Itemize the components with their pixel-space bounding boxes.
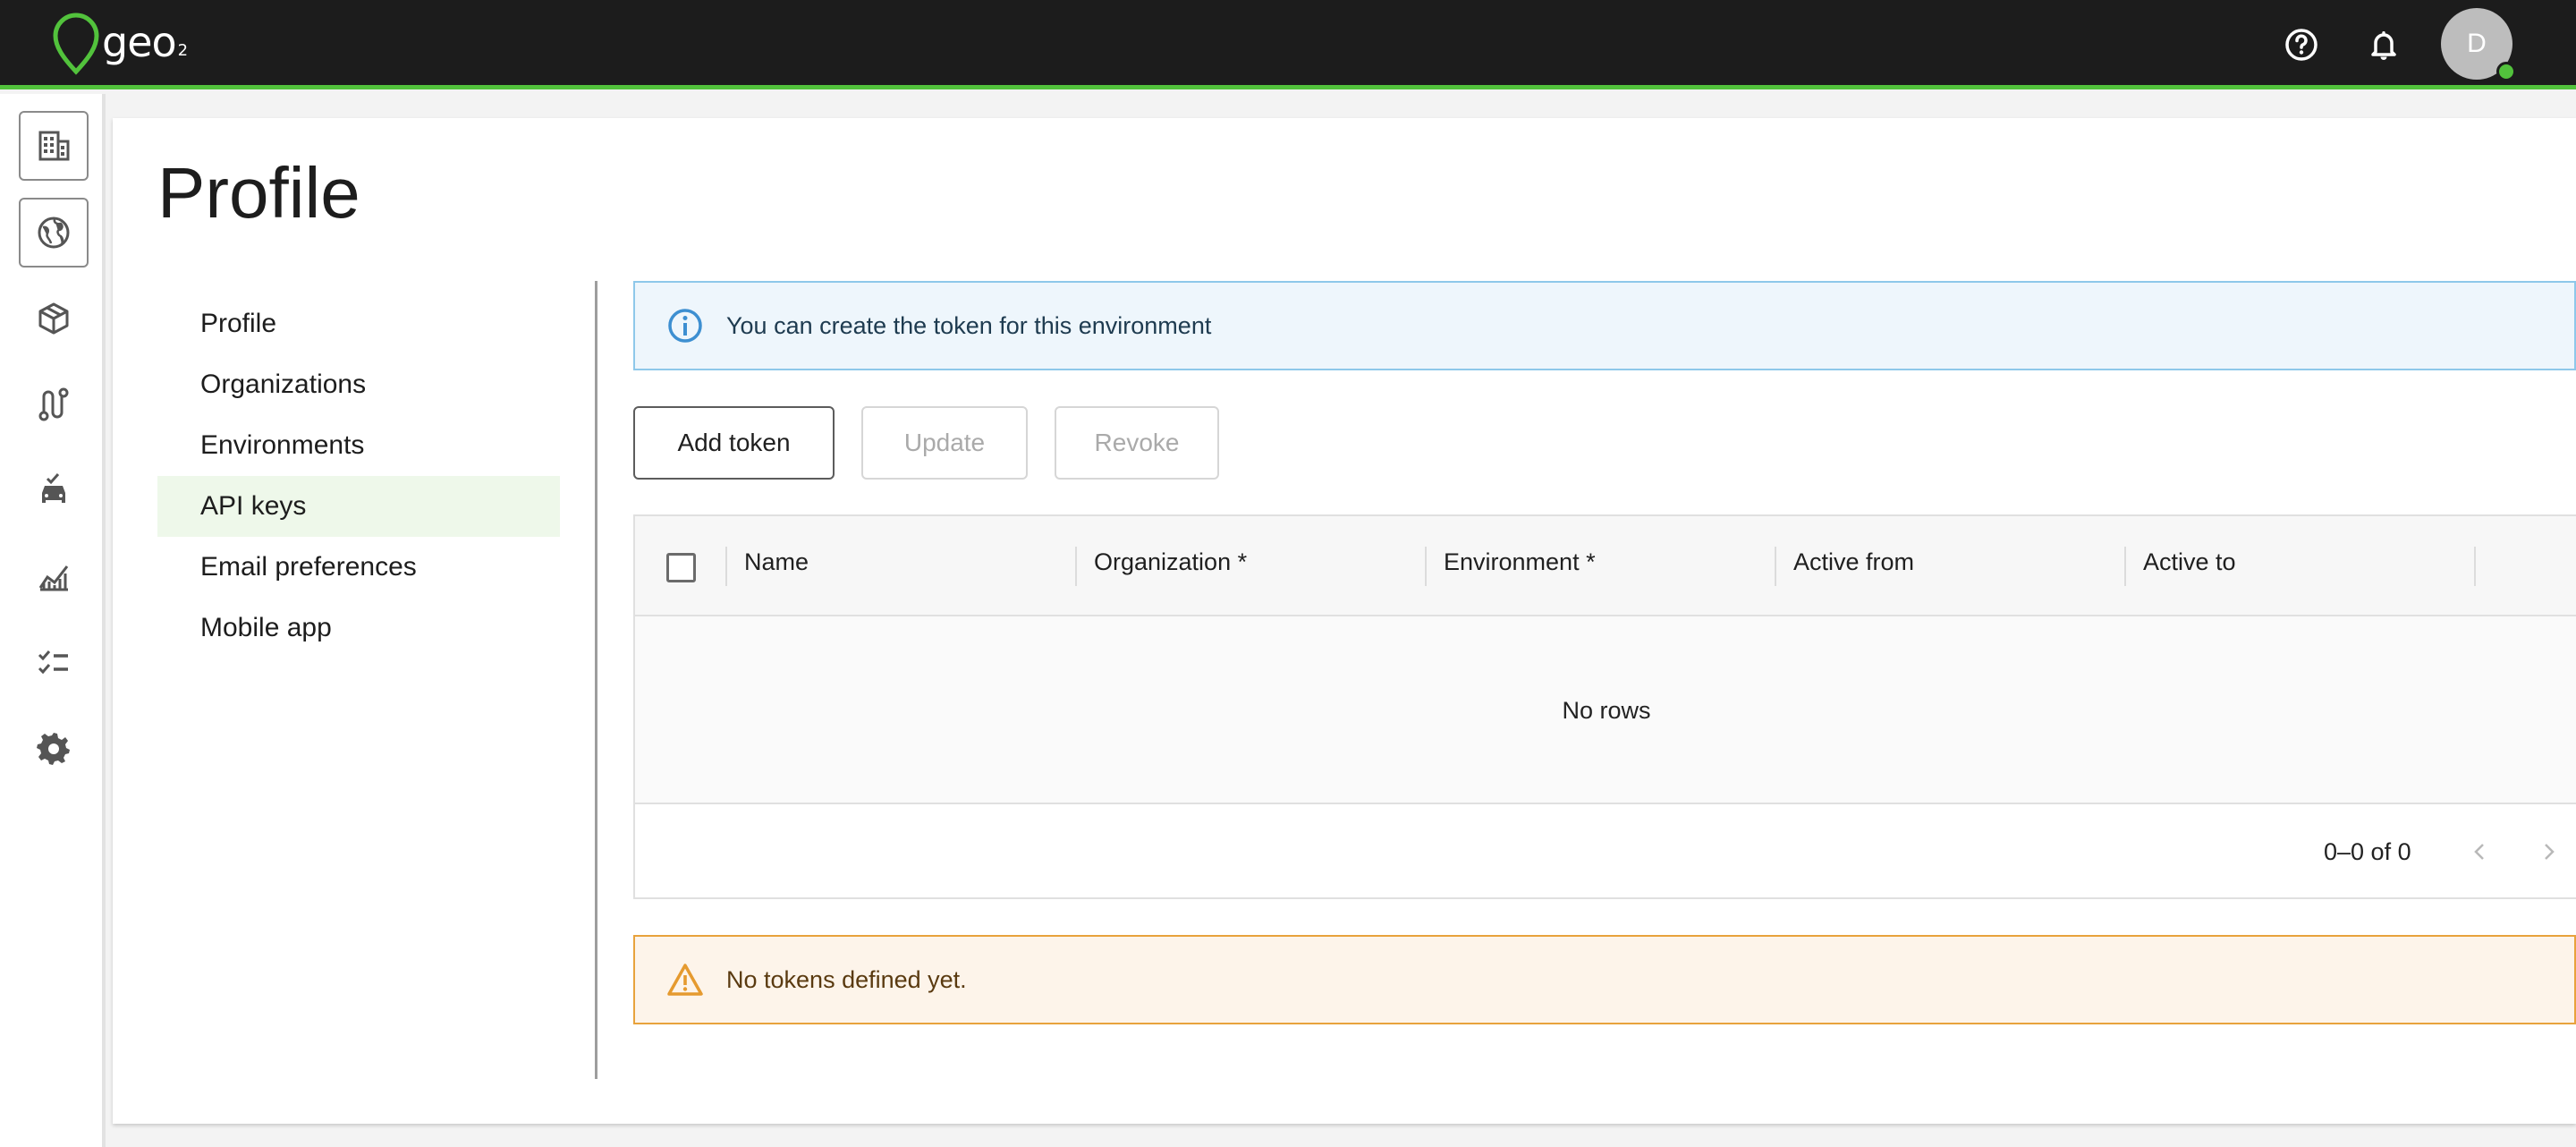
api-keys-table: Name Organization * Environment * Active… [633,514,2576,899]
column-separator[interactable] [1425,547,1427,586]
column-header-environment[interactable]: Environment * [1444,548,1596,576]
location-pin-icon [53,13,99,75]
column-separator[interactable] [1075,547,1077,586]
organizations-icon[interactable] [19,111,89,181]
checklist-icon[interactable] [19,627,89,697]
no-rows-message: No rows [1562,697,1651,724]
settings-gear-icon[interactable] [19,713,89,783]
side-menu-item-organizations[interactable]: Organizations [157,354,560,415]
user-avatar[interactable]: D [2441,8,2516,81]
vertical-divider [595,281,597,1079]
info-icon [668,309,702,343]
package-box-icon[interactable] [19,284,89,353]
column-separator[interactable] [1775,547,1776,586]
avatar-initial: D [2467,29,2487,58]
side-menu-item-profile[interactable]: Profile [157,293,560,354]
notifications-bell-icon[interactable] [2360,21,2407,68]
table-header: Name Organization * Environment * Active… [635,516,2576,616]
vehicle-check-icon[interactable] [19,455,89,525]
help-icon[interactable] [2278,21,2325,68]
analytics-chart-icon[interactable] [19,541,89,611]
column-separator[interactable] [2474,547,2476,586]
info-alert-text: You can create the token for this enviro… [726,311,1212,339]
side-menu-item-email-preferences[interactable]: Email preferences [157,537,560,598]
online-status-dot [2496,62,2516,81]
side-menu-item-mobile-app[interactable]: Mobile app [157,598,560,658]
column-header-organization[interactable]: Organization * [1094,548,1247,576]
logo-subscript: 2 [177,41,189,60]
column-header-name[interactable]: Name [744,548,809,576]
pagination-count: 0–0 of 0 [2324,838,2411,865]
warning-alert-text: No tokens defined yet. [726,965,967,993]
side-menu-item-environments[interactable]: Environments [157,415,560,476]
app-logo[interactable]: geo 2 [50,13,188,75]
column-separator[interactable] [725,547,727,586]
revoke-button[interactable]: Revoke [1055,406,1219,480]
globe-icon[interactable] [19,198,89,268]
update-button[interactable]: Update [861,406,1028,480]
next-page-icon[interactable] [2528,831,2569,872]
logo-text: geo [102,18,177,66]
top-app-bar: geo 2 D [0,0,2576,89]
table-body: No rows [635,616,2576,804]
add-token-button[interactable]: Add token [633,406,835,480]
page-title: Profile [157,153,360,233]
table-footer: 0–0 of 0 [635,806,2576,899]
select-all-checkbox[interactable] [666,553,696,582]
column-header-active-to[interactable]: Active to [2143,548,2236,576]
column-header-active-from[interactable]: Active from [1793,548,1914,576]
route-icon[interactable] [19,370,89,439]
info-alert: You can create the token for this enviro… [633,281,2576,370]
side-menu-item-api-keys[interactable]: API keys [157,476,560,537]
profile-side-menu: Profile Organizations Environments API k… [157,293,560,658]
warning-alert: No tokens defined yet. [633,935,2576,1024]
left-navigation-rail [0,94,106,1147]
previous-page-icon[interactable] [2460,831,2501,872]
column-separator[interactable] [2124,547,2126,586]
warning-icon [667,964,703,996]
